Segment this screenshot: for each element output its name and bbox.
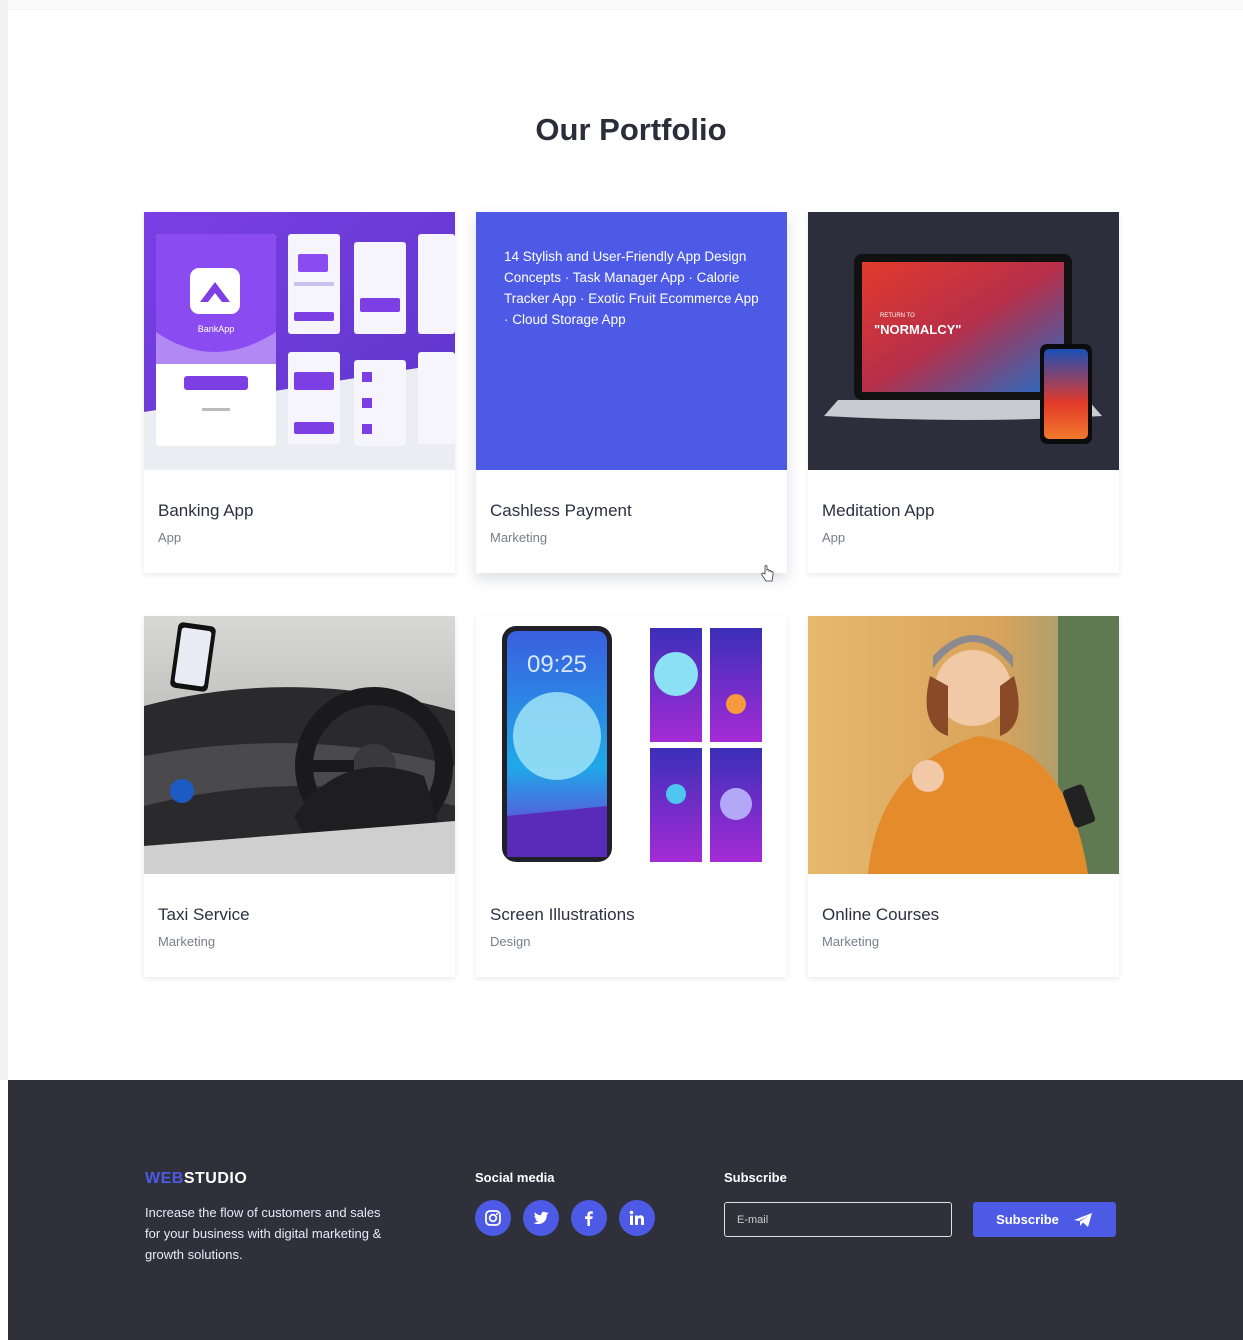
instagram-link[interactable]: [475, 1200, 511, 1236]
image-text: "NORMALCY": [874, 322, 961, 337]
linkedin-icon: [629, 1210, 644, 1225]
card-image: BankApp: [144, 212, 455, 470]
portfolio-card-taxi-service[interactable]: Taxi Service Marketing: [144, 616, 455, 977]
svg-text:RETURN TO: RETURN TO: [880, 313, 915, 319]
send-icon: [1073, 1212, 1092, 1227]
subscribe-heading: Subscribe: [724, 1170, 787, 1185]
site-footer: WEBSTUDIO Increase the flow of customers…: [8, 1080, 1243, 1340]
subscribe-button-label: Subscribe: [996, 1212, 1059, 1227]
card-category: Marketing: [822, 934, 880, 949]
image-text: 09:25: [527, 651, 587, 678]
card-image: [144, 616, 455, 874]
portfolio-card-cashless-payment[interactable]: 14 Stylish and User-Friendly App Design …: [476, 212, 787, 573]
top-divider: [8, 0, 1243, 10]
footer-description: Increase the flow of customers and sales…: [145, 1205, 382, 1262]
facebook-icon: [585, 1211, 593, 1226]
card-title: Online Courses: [822, 905, 940, 924]
footer-logo[interactable]: WEBSTUDIO: [145, 1170, 247, 1188]
instagram-icon: [485, 1210, 501, 1226]
card-category: Design: [490, 934, 531, 949]
portfolio-card-screen-illustrations[interactable]: 09:25 Screen Illustrations Design: [476, 616, 787, 977]
section-title: Our Portfolio: [535, 112, 727, 147]
card-title: Screen Illustrations: [490, 905, 635, 924]
card-title: Taxi Service: [158, 905, 250, 924]
card-category: Marketing: [158, 934, 216, 949]
card-image: RETURN TO "NORMALCY": [808, 212, 1119, 470]
card-category: App: [822, 530, 846, 545]
svg-text:BankApp: BankApp: [198, 324, 235, 334]
linkedin-link[interactable]: [619, 1200, 655, 1236]
card-image: [808, 616, 1119, 874]
social-links: [475, 1200, 655, 1236]
card-category: Marketing: [490, 530, 548, 545]
card-overlay-description: 14 Stylish and User-Friendly App Design …: [476, 212, 787, 470]
portfolio-card-online-courses[interactable]: Online Courses Marketing: [808, 616, 1119, 977]
card-title: Meditation App: [822, 501, 935, 520]
facebook-link[interactable]: [571, 1200, 607, 1236]
social-media-heading: Social media: [475, 1170, 555, 1185]
card-category: App: [158, 530, 182, 545]
twitter-link[interactable]: [523, 1200, 559, 1236]
portfolio-card-banking-app[interactable]: BankApp Banking App App: [144, 212, 455, 573]
card-title: Banking App: [158, 501, 254, 520]
hand-cursor-icon: [761, 565, 774, 582]
left-edge: [0, 0, 8, 1080]
portfolio-card-meditation-app[interactable]: RETURN TO "NORMALCY" Meditation App App: [808, 212, 1119, 573]
twitter-icon: [533, 1211, 549, 1225]
subscribe-button[interactable]: Subscribe: [973, 1202, 1116, 1237]
card-title: Cashless Payment: [490, 501, 632, 520]
card-image: 14 Stylish and User-Friendly App Design …: [476, 212, 787, 470]
card-image: 09:25: [476, 616, 787, 874]
email-input[interactable]: [724, 1202, 952, 1237]
